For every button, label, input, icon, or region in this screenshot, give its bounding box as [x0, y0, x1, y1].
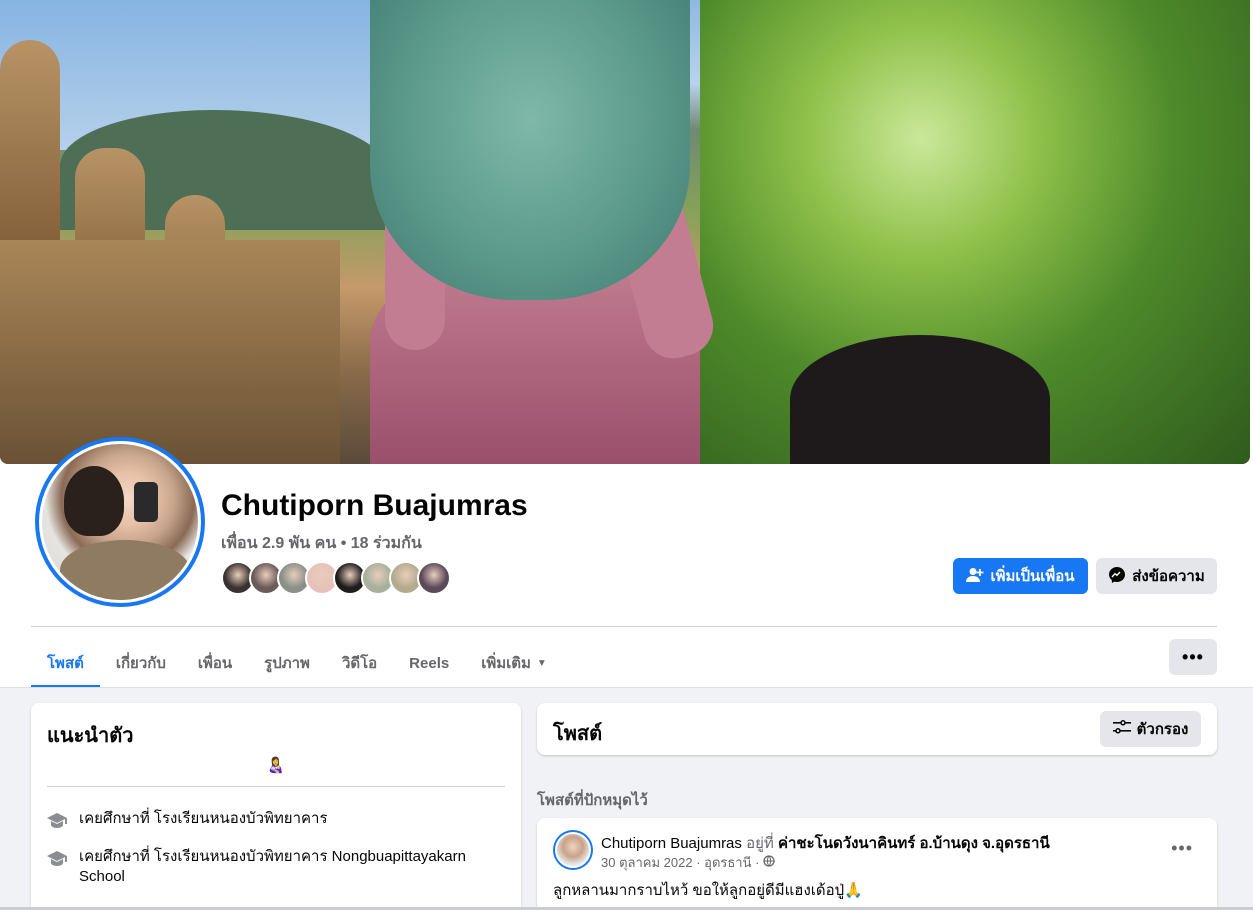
tab-reels[interactable]: Reels [393, 639, 465, 687]
education-place[interactable]: โรงเรียนหนองบัวพิทยาคาร [154, 810, 328, 827]
tab-label: Reels [409, 654, 450, 672]
post-author-avatar-image [555, 832, 591, 868]
avatar-frame [39, 441, 201, 603]
cover-hair [790, 335, 1050, 464]
cover-hut [0, 40, 60, 270]
posts-header-card: โพสต์ ตัวกรอง [537, 703, 1217, 755]
add-person-icon [966, 567, 984, 586]
intro-title: แนะนำตัว [47, 725, 134, 747]
tab-more[interactable]: เพิ่มเติม ▼ [465, 639, 563, 687]
message-label: ส่งข้อความ [1132, 568, 1205, 585]
education-text: เคยศึกษาที่ โรงเรียนหนองบัวพิทยาคาร [79, 809, 328, 829]
education-item: เคยศึกษาที่ โรงเรียนหนองบัวพิทยาคาร Nong… [47, 847, 497, 887]
post-options-button[interactable]: ••• [1171, 838, 1193, 859]
cover-huts [0, 40, 340, 464]
mutual-friends-avatars [221, 561, 451, 595]
tab-label: รูปภาพ [264, 655, 310, 672]
avatar-hair [64, 466, 124, 536]
cover-hut-roofs [0, 240, 340, 464]
post-date[interactable]: 30 ตุลาคม 2022 · อุดรธานี · [601, 855, 763, 870]
education-prefix: เคยศึกษาที่ [79, 848, 154, 865]
tab-label: เพิ่มเติม [481, 655, 531, 672]
tab-label: เพื่อน [197, 655, 233, 672]
mutual-friend-avatar[interactable] [417, 561, 451, 595]
header-bottom-border [0, 687, 1253, 688]
tab-label: โพสต์ [47, 655, 84, 672]
profile-avatar[interactable] [35, 437, 205, 607]
post-author-avatar[interactable] [553, 830, 593, 870]
graduation-cap-icon [47, 848, 67, 868]
more-dots-icon: ••• [1182, 646, 1204, 667]
caret-down-icon: ▼ [536, 657, 547, 669]
intro-divider [47, 786, 505, 787]
post-text: ลูกหลานมากราบไหว้ ขอให้ลูกอยู่ดีมีแฮงเด้… [553, 882, 863, 899]
filter-icon [1112, 719, 1131, 739]
graduation-cap-icon [47, 810, 67, 830]
post-at-word: อยู่ที่ [746, 835, 774, 852]
profile-tabs: โพสต์ เกี่ยวกับ เพื่อน รูปภาพ วิดีโอ Ree… [31, 639, 563, 688]
add-friend-label: เพิ่มเป็นเพื่อน [990, 568, 1075, 585]
add-friend-button[interactable]: เพิ่มเป็นเพื่อน [953, 558, 1088, 594]
avatar-image [42, 444, 198, 600]
pinned-post: Chutiporn Buajumras อยู่ที่ ค่าชะโนดวังน… [537, 818, 1217, 910]
tab-about[interactable]: เกี่ยวกับ [100, 639, 182, 687]
posts-title: โพสต์ [553, 723, 603, 745]
filter-label: ตัวกรอง [1136, 721, 1189, 738]
tab-photos[interactable]: รูปภาพ [248, 639, 326, 687]
message-button[interactable]: ส่งข้อความ [1096, 558, 1217, 594]
avatar-phone [134, 482, 158, 522]
tab-friends[interactable]: เพื่อน [182, 639, 248, 687]
tab-label: เกี่ยวกับ [115, 655, 166, 672]
post-meta: 30 ตุลาคม 2022 · อุดรธานี · [601, 852, 775, 873]
education-prefix: เคยศึกษาที่ [79, 810, 154, 827]
cover-baby [370, 0, 690, 300]
tab-videos[interactable]: วิดีโอ [326, 639, 393, 687]
tab-posts[interactable]: โพสต์ [31, 639, 100, 688]
pinned-posts-label: โพสต์ที่ปักหมุดไว้ [537, 792, 648, 809]
education-item: เคยศึกษาที่ โรงเรียนหนองบัวพิทยาคาร [47, 809, 497, 830]
tab-label: วิดีโอ [341, 655, 378, 672]
education-text: เคยศึกษาที่ โรงเรียนหนองบัวพิทยาคาร Nong… [79, 847, 497, 887]
more-options-button[interactable]: ••• [1169, 639, 1217, 675]
profile-name: Chutiporn Buajumras [221, 489, 528, 522]
avatar-shirt [60, 540, 190, 600]
header-divider [31, 626, 1217, 627]
post-author-name[interactable]: Chutiporn Buajumras [601, 835, 742, 852]
globe-icon [763, 855, 775, 870]
filter-button[interactable]: ตัวกรอง [1100, 711, 1201, 747]
messenger-icon [1108, 566, 1126, 587]
friend-count[interactable]: เพื่อน 2.9 พัน คน • 18 ร่วมกัน [221, 531, 422, 556]
intro-card: แนะนำตัว 👩‍🍼 เคยศึกษาที่ โรงเรียนหนองบัว… [31, 703, 521, 910]
post-location[interactable]: ค่าชะโนดวังนาคินทร์ อ.บ้านดุง จ.อุดรธานี [778, 835, 1050, 852]
intro-bio: 👩‍🍼 [266, 757, 286, 774]
cover-photo[interactable] [0, 0, 1250, 464]
